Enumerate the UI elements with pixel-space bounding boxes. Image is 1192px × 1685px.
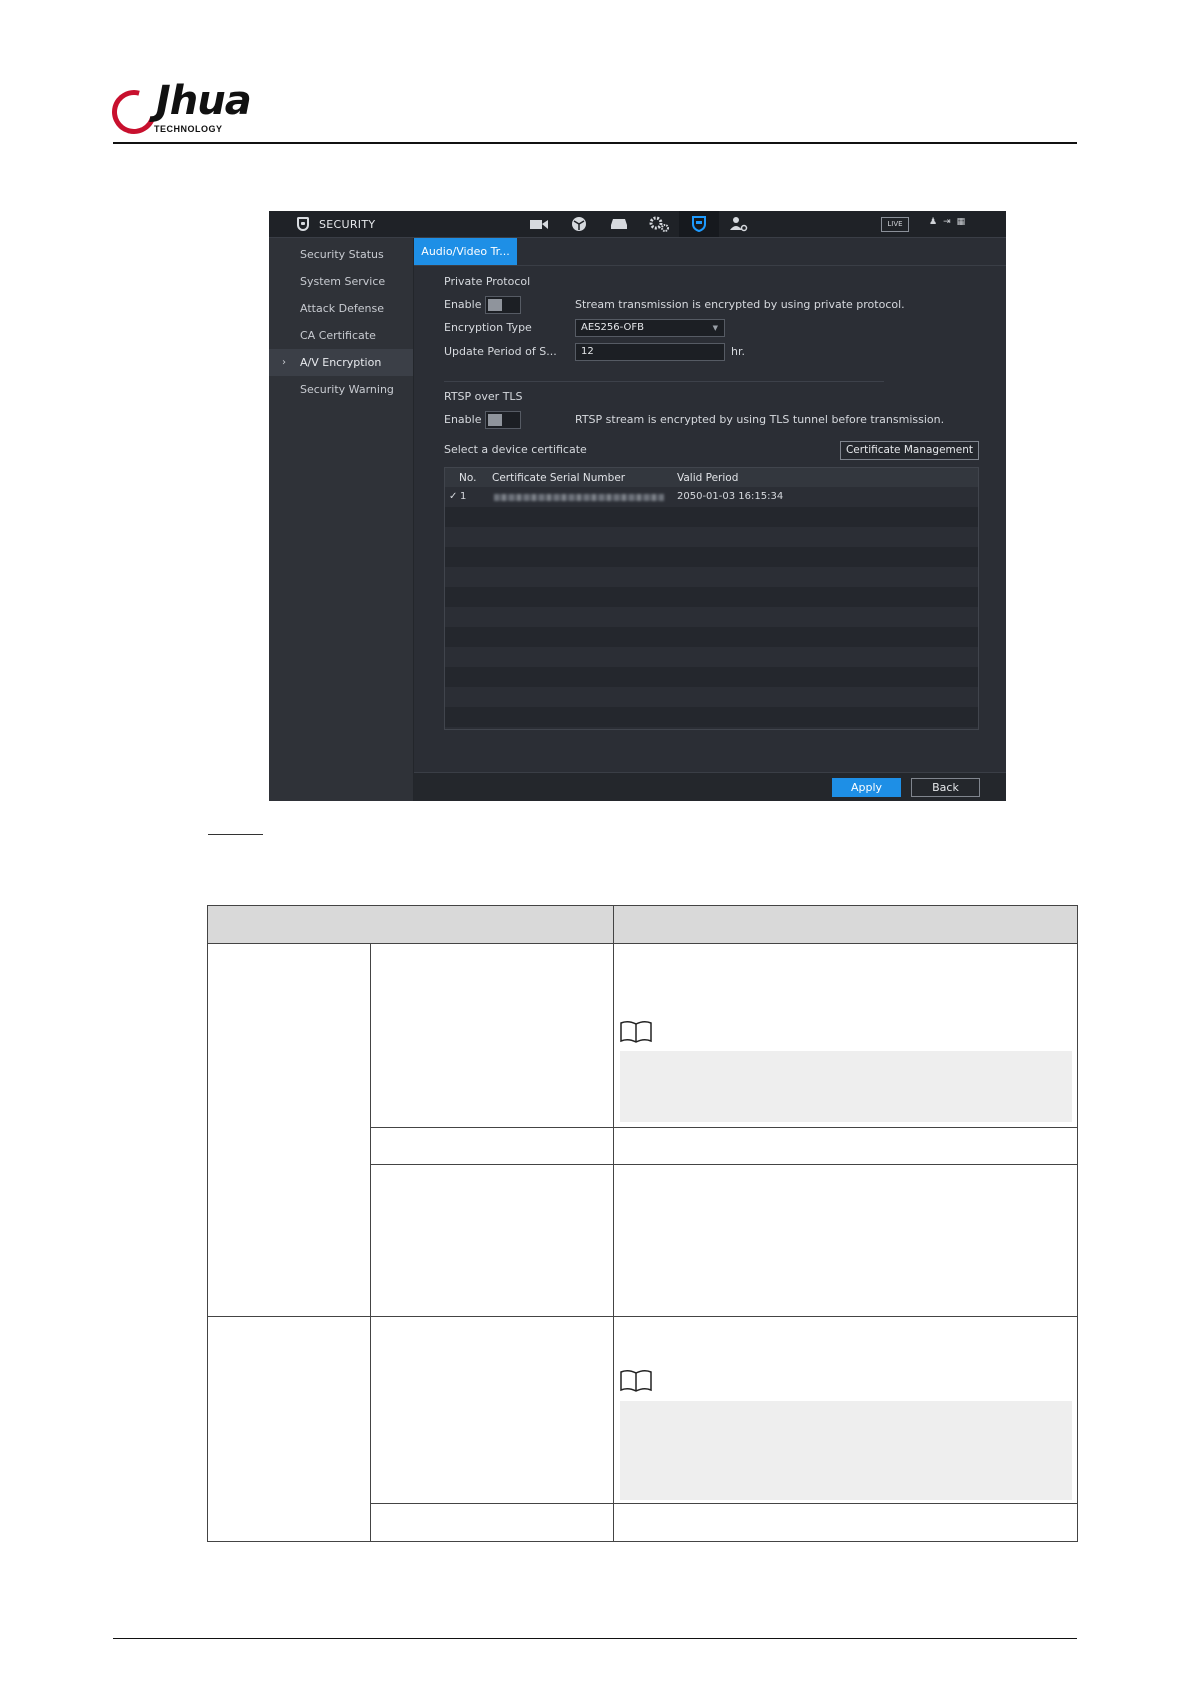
table-row-divider [370, 1127, 1078, 1128]
sidebar-item-ca-certificate[interactable]: CA Certificate [269, 322, 413, 349]
sidebar: Security Status System Service Attack De… [269, 238, 414, 801]
live-button[interactable]: LIVE [881, 217, 909, 232]
window-title-area: SECURITY [297, 216, 375, 232]
table-row-divider [207, 1316, 1078, 1317]
logo-subtitle: TECHNOLOGY [154, 124, 223, 134]
private-enable-description: Stream transmission is encrypted by usin… [575, 298, 905, 311]
column-header-valid-period: Valid Period [677, 472, 739, 484]
rtsp-enable-toggle[interactable] [485, 411, 521, 429]
table-header: No. Certificate Serial Number Valid Peri… [445, 468, 978, 487]
row-valid-period: 2050-01-03 16:15:34 [677, 491, 784, 502]
table-row-divider [370, 1164, 1078, 1165]
sidebar-item-security-status[interactable]: Security Status [269, 241, 413, 268]
security-shield-icon [297, 217, 309, 231]
note-book-icon [620, 1369, 652, 1392]
column-header-no: No. [459, 472, 477, 484]
sidebar-item-av-encryption[interactable]: › A/V Encryption [269, 349, 413, 376]
row-number: 1 [460, 491, 467, 502]
camera-icon[interactable] [519, 211, 559, 237]
footer-rule [113, 1638, 1077, 1639]
qr-icon[interactable]: ▦ [957, 217, 972, 227]
user-icon[interactable]: ♟ [929, 217, 943, 227]
row-check-icon: ✓ [449, 491, 458, 502]
dahua-logo: Jhua TECHNOLOGY [103, 78, 272, 143]
select-certificate-label: Select a device certificate [444, 443, 587, 456]
sidebar-item-security-warning[interactable]: Security Warning [269, 376, 413, 403]
table-border [1077, 905, 1078, 1542]
rtsp-enable-description: RTSP stream is encrypted by using TLS tu… [575, 413, 945, 426]
security-window: SECURITY LIVE ♟⇥▦ Security Status System… [269, 211, 1006, 801]
update-period-label: Update Period of S... [444, 345, 557, 358]
table-column-divider [613, 905, 614, 1542]
blurred-serial-number [494, 494, 664, 501]
account-icon[interactable] [719, 211, 759, 237]
rtsp-heading: RTSP over TLS [444, 390, 523, 403]
table-header-row [207, 905, 1078, 943]
table-border [207, 1541, 1078, 1542]
empty-row [445, 527, 978, 547]
update-period-input[interactable]: 12 [575, 343, 725, 361]
storage-icon[interactable] [599, 211, 639, 237]
sidebar-item-system-service[interactable]: System Service [269, 268, 413, 295]
note-box [620, 1401, 1072, 1500]
column-header-serial: Certificate Serial Number [492, 472, 626, 484]
empty-row [445, 607, 978, 627]
note-box [620, 1051, 1072, 1122]
system-settings-icon[interactable] [639, 211, 679, 237]
certificate-table: No. Certificate Serial Number Valid Peri… [444, 467, 979, 730]
rtsp-enable-label: Enable [444, 413, 482, 426]
empty-row [445, 707, 978, 727]
network-icon[interactable] [559, 211, 599, 237]
encryption-type-label: Encryption Type [444, 321, 532, 334]
dropdown-caret-icon: ▼ [712, 324, 718, 332]
table-row-divider [370, 1503, 1078, 1504]
private-enable-toggle[interactable] [485, 296, 521, 314]
back-button[interactable]: Back [911, 778, 980, 797]
security-shield-icon[interactable] [679, 211, 719, 237]
table-border [207, 905, 1078, 906]
note-book-icon [620, 1020, 652, 1043]
toggle-knob [488, 299, 502, 311]
table-row[interactable]: ✓ 1 2050-01-03 16:15:34 [445, 487, 978, 507]
section-divider [444, 381, 884, 382]
top-bar: SECURITY LIVE ♟⇥▦ [269, 211, 1006, 238]
empty-row [445, 627, 978, 647]
empty-row [445, 687, 978, 707]
empty-row [445, 567, 978, 587]
main-nav [519, 211, 759, 237]
table-column-divider [370, 943, 371, 1542]
top-right-icons: ♟⇥▦ [929, 217, 971, 227]
toggle-knob [488, 414, 502, 426]
update-period-unit: hr. [731, 345, 745, 358]
private-enable-label: Enable [444, 298, 482, 311]
encryption-type-select[interactable]: AES256-OFB ▼ [575, 319, 725, 337]
header-rule [113, 142, 1077, 144]
table-border [207, 943, 1078, 944]
parameter-table [207, 905, 1078, 1542]
empty-row [445, 647, 978, 667]
tab-strip-line [414, 265, 1006, 266]
step-label-underline [208, 834, 263, 835]
chevron-right-icon: › [282, 357, 286, 368]
empty-row [445, 507, 978, 527]
empty-row [445, 587, 978, 607]
logout-icon[interactable]: ⇥ [943, 217, 957, 227]
sidebar-item-attack-defense[interactable]: Attack Defense [269, 295, 413, 322]
private-protocol-heading: Private Protocol [444, 275, 531, 288]
empty-row [445, 667, 978, 687]
empty-row [445, 547, 978, 567]
apply-button[interactable]: Apply [832, 778, 901, 797]
logo-wordmark: Jhua [130, 78, 252, 124]
window-title: SECURITY [319, 217, 376, 231]
table-border [207, 905, 208, 1542]
certificate-management-button[interactable]: Certificate Management [840, 441, 979, 460]
tab-audio-video-transmission[interactable]: Audio/Video Tr... [414, 238, 517, 265]
